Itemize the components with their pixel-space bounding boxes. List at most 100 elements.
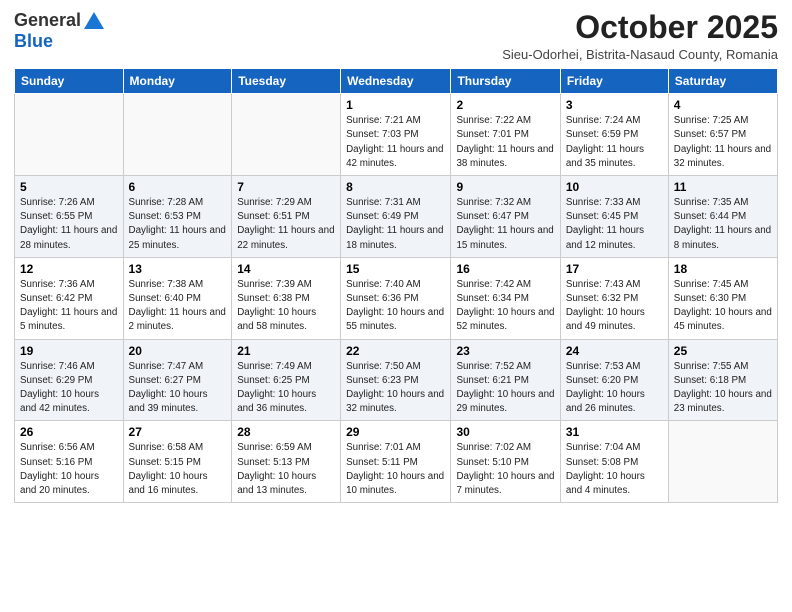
day-number: 18 (674, 262, 772, 276)
weekday-header-tuesday: Tuesday (232, 69, 341, 94)
day-number: 19 (20, 344, 118, 358)
day-number: 31 (566, 425, 663, 439)
day-info: Sunrise: 7:29 AM Sunset: 6:51 PM Dayligh… (237, 196, 335, 253)
calendar-cell: 3Sunrise: 7:24 AM Sunset: 6:59 PM Daylig… (560, 94, 668, 176)
weekday-header-wednesday: Wednesday (341, 69, 451, 94)
calendar-cell: 9 Sunrise: 7:32 AM Sunset: 6:47 PM Daylig… (451, 176, 560, 258)
day-info: Sunrise: 7:40 AM Sunset: 6:36 PM Dayligh… (346, 278, 445, 335)
day-info: Sunrise: 7:24 AM Sunset: 6:59 PM Dayligh… (566, 114, 663, 171)
day-info: Sunrise: 6:56 AM Sunset: 5:16 PM Dayligh… (20, 441, 118, 498)
title-section: October 2025 Sieu-Odorhei, Bistrita-Nasa… (502, 10, 778, 62)
calendar-cell (15, 94, 124, 176)
day-info: Sunrise: 7:31 AM Sunset: 6:49 PM Dayligh… (346, 196, 445, 253)
calendar-cell: 24 Sunrise: 7:53 AM Sunset: 6:20 PM Dayli… (560, 339, 668, 421)
logo-general-text: General (14, 10, 81, 31)
calendar-header-row: SundayMondayTuesdayWednesdayThursdayFrid… (15, 69, 778, 94)
month-title: October 2025 (502, 10, 778, 45)
day-number: 22 (346, 344, 445, 358)
day-number: 4 (674, 98, 772, 112)
calendar-cell: 11 Sunrise: 7:35 AM Sunset: 6:44 PM Dayli… (668, 176, 777, 258)
calendar-week-row: 19 Sunrise: 7:46 AM Sunset: 6:29 PM Dayli… (15, 339, 778, 421)
day-info: Sunrise: 7:04 AM Sunset: 5:08 PM Dayligh… (566, 441, 663, 498)
calendar-cell: 27Sunrise: 6:58 AM Sunset: 5:15 PM Dayli… (123, 421, 232, 503)
day-number: 30 (456, 425, 554, 439)
day-number: 7 (237, 180, 335, 194)
day-number: 24 (566, 344, 663, 358)
day-number: 14 (237, 262, 335, 276)
calendar-week-row: 26 Sunrise: 6:56 AM Sunset: 5:16 PM Dayli… (15, 421, 778, 503)
calendar-cell (232, 94, 341, 176)
logo-blue-text: Blue (14, 31, 53, 51)
calendar-cell: 2 Sunrise: 7:22 AM Sunset: 7:01 PM Daylig… (451, 94, 560, 176)
location-subtitle: Sieu-Odorhei, Bistrita-Nasaud County, Ro… (502, 47, 778, 62)
day-number: 1 (346, 98, 445, 112)
calendar-cell: 10 Sunrise: 7:33 AM Sunset: 6:45 PM Dayli… (560, 176, 668, 258)
day-info: Sunrise: 7:55 AM Sunset: 6:18 PM Dayligh… (674, 360, 772, 417)
day-number: 9 (456, 180, 554, 194)
calendar-cell: 14 Sunrise: 7:39 AM Sunset: 6:38 PM Dayli… (232, 257, 341, 339)
weekday-header-sunday: Sunday (15, 69, 124, 94)
calendar-cell: 4 Sunrise: 7:25 AM Sunset: 6:57 PM Daylig… (668, 94, 777, 176)
weekday-header-thursday: Thursday (451, 69, 560, 94)
day-number: 10 (566, 180, 663, 194)
day-info: Sunrise: 7:46 AM Sunset: 6:29 PM Dayligh… (20, 360, 118, 417)
day-info: Sunrise: 7:25 AM Sunset: 6:57 PM Dayligh… (674, 114, 772, 171)
day-info: Sunrise: 7:43 AM Sunset: 6:32 PM Dayligh… (566, 278, 663, 335)
day-info: Sunrise: 7:52 AM Sunset: 6:21 PM Dayligh… (456, 360, 554, 417)
day-info: Sunrise: 7:33 AM Sunset: 6:45 PM Dayligh… (566, 196, 663, 253)
calendar-week-row: 1 Sunrise: 7:21 AM Sunset: 7:03 PM Daylig… (15, 94, 778, 176)
day-number: 28 (237, 425, 335, 439)
day-number: 12 (20, 262, 118, 276)
day-number: 27 (129, 425, 227, 439)
calendar-cell (668, 421, 777, 503)
calendar-cell: 16Sunrise: 7:42 AM Sunset: 6:34 PM Dayli… (451, 257, 560, 339)
day-number: 2 (456, 98, 554, 112)
calendar-cell: 28 Sunrise: 6:59 AM Sunset: 5:13 PM Dayli… (232, 421, 341, 503)
day-info: Sunrise: 7:38 AM Sunset: 6:40 PM Dayligh… (129, 278, 227, 335)
day-info: Sunrise: 7:36 AM Sunset: 6:42 PM Dayligh… (20, 278, 118, 335)
weekday-header-monday: Monday (123, 69, 232, 94)
page: General Blue October 2025 Sieu-Odorhei, … (0, 0, 792, 612)
day-number: 21 (237, 344, 335, 358)
day-number: 11 (674, 180, 772, 194)
logo-triangle-icon (83, 11, 105, 31)
day-info: Sunrise: 7:32 AM Sunset: 6:47 PM Dayligh… (456, 196, 554, 253)
calendar-cell: 30Sunrise: 7:02 AM Sunset: 5:10 PM Dayli… (451, 421, 560, 503)
calendar-cell: 29Sunrise: 7:01 AM Sunset: 5:11 PM Dayli… (341, 421, 451, 503)
day-info: Sunrise: 7:47 AM Sunset: 6:27 PM Dayligh… (129, 360, 227, 417)
calendar-cell: 20 Sunrise: 7:47 AM Sunset: 6:27 PM Dayli… (123, 339, 232, 421)
calendar-cell: 26 Sunrise: 6:56 AM Sunset: 5:16 PM Dayli… (15, 421, 124, 503)
calendar-cell: 13Sunrise: 7:38 AM Sunset: 6:40 PM Dayli… (123, 257, 232, 339)
day-info: Sunrise: 7:39 AM Sunset: 6:38 PM Dayligh… (237, 278, 335, 335)
day-info: Sunrise: 7:35 AM Sunset: 6:44 PM Dayligh… (674, 196, 772, 253)
calendar-cell: 23 Sunrise: 7:52 AM Sunset: 6:21 PM Dayli… (451, 339, 560, 421)
day-number: 20 (129, 344, 227, 358)
day-info: Sunrise: 7:22 AM Sunset: 7:01 PM Dayligh… (456, 114, 554, 171)
calendar-cell: 21Sunrise: 7:49 AM Sunset: 6:25 PM Dayli… (232, 339, 341, 421)
calendar-cell: 25Sunrise: 7:55 AM Sunset: 6:18 PM Dayli… (668, 339, 777, 421)
calendar-cell: 12 Sunrise: 7:36 AM Sunset: 6:42 PM Dayli… (15, 257, 124, 339)
day-info: Sunrise: 7:45 AM Sunset: 6:30 PM Dayligh… (674, 278, 772, 335)
calendar-cell: 19 Sunrise: 7:46 AM Sunset: 6:29 PM Dayli… (15, 339, 124, 421)
day-info: Sunrise: 7:53 AM Sunset: 6:20 PM Dayligh… (566, 360, 663, 417)
calendar-cell (123, 94, 232, 176)
day-number: 8 (346, 180, 445, 194)
day-number: 15 (346, 262, 445, 276)
calendar-cell: 7 Sunrise: 7:29 AM Sunset: 6:51 PM Daylig… (232, 176, 341, 258)
day-info: Sunrise: 7:50 AM Sunset: 6:23 PM Dayligh… (346, 360, 445, 417)
day-info: Sunrise: 6:59 AM Sunset: 5:13 PM Dayligh… (237, 441, 335, 498)
calendar-table: SundayMondayTuesdayWednesdayThursdayFrid… (14, 68, 778, 503)
day-number: 17 (566, 262, 663, 276)
calendar-cell: 5Sunrise: 7:26 AM Sunset: 6:55 PM Daylig… (15, 176, 124, 258)
weekday-header-friday: Friday (560, 69, 668, 94)
day-number: 23 (456, 344, 554, 358)
header: General Blue October 2025 Sieu-Odorhei, … (14, 10, 778, 62)
weekday-header-saturday: Saturday (668, 69, 777, 94)
calendar-cell: 8 Sunrise: 7:31 AM Sunset: 6:49 PM Daylig… (341, 176, 451, 258)
calendar-cell: 18 Sunrise: 7:45 AM Sunset: 6:30 PM Dayli… (668, 257, 777, 339)
day-number: 16 (456, 262, 554, 276)
day-number: 26 (20, 425, 118, 439)
day-info: Sunrise: 7:21 AM Sunset: 7:03 PM Dayligh… (346, 114, 445, 171)
day-info: Sunrise: 7:26 AM Sunset: 6:55 PM Dayligh… (20, 196, 118, 253)
calendar-cell: 6Sunrise: 7:28 AM Sunset: 6:53 PM Daylig… (123, 176, 232, 258)
